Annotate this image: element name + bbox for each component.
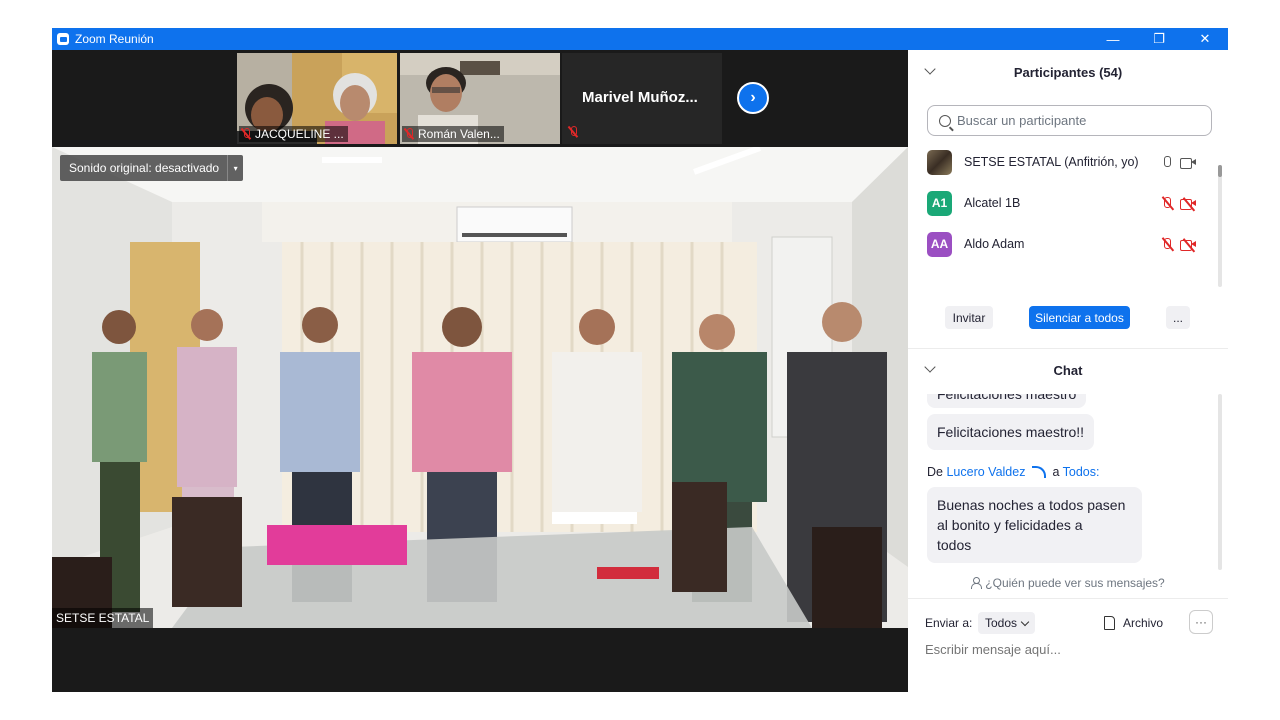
- recipient-dropdown[interactable]: Todos: [978, 612, 1036, 634]
- chevron-down-icon: [1020, 617, 1030, 626]
- original-sound-label[interactable]: Sonido original: desactivado: [60, 161, 227, 175]
- participant-thumbnail[interactable]: Román Valen...: [400, 53, 560, 144]
- minimize-button[interactable]: —: [1090, 28, 1136, 50]
- person-icon: [971, 577, 983, 589]
- mic-muted-icon[interactable]: [1161, 237, 1174, 251]
- chevron-right-icon: ›: [750, 89, 756, 106]
- participant-actions: Invitar Silenciar a todos ...: [908, 306, 1228, 336]
- avatar: AA: [927, 231, 952, 257]
- participant-name: Marivel Muñoz...: [582, 89, 698, 106]
- close-button[interactable]: ✕: [1182, 28, 1228, 50]
- original-sound-toggle[interactable]: Sonido original: desactivado ▾: [60, 155, 244, 181]
- meeting-area: JACQUELINE ... Román Valen... Marivel Mu…: [52, 50, 908, 692]
- avatar: [927, 149, 952, 175]
- send-to-label: Enviar a:: [925, 616, 973, 630]
- participant-thumbnail[interactable]: JACQUELINE ...: [237, 53, 397, 144]
- who-can-see-link[interactable]: ¿Quién puede ver sus mensajes?: [908, 576, 1228, 590]
- file-button[interactable]: Archivo: [1104, 612, 1163, 634]
- chat-messages: Felicitaciones maestro Felicitaciones ma…: [908, 394, 1218, 572]
- participant-name-tag: JACQUELINE ...: [239, 126, 348, 142]
- gallery-strip: JACQUELINE ... Román Valen... Marivel Mu…: [52, 50, 908, 146]
- participant-name: Alcatel 1B: [964, 196, 1021, 210]
- collapse-chevron-icon[interactable]: [924, 361, 936, 373]
- title-bar: Zoom Reunión — ❐ ✕: [52, 28, 1228, 50]
- chevron-down-icon[interactable]: ▾: [227, 155, 243, 181]
- video-off-icon[interactable]: [1180, 238, 1196, 252]
- zoom-window: Zoom Reunión — ❐ ✕ JACQUELINE ... Román …: [52, 28, 1228, 692]
- mic-muted-icon: [241, 128, 251, 140]
- chat-message-input[interactable]: [925, 642, 1215, 657]
- collapse-chevron-icon[interactable]: [924, 63, 936, 75]
- participant-row[interactable]: A1 Alcatel 1B: [908, 183, 1218, 223]
- active-speaker-video: Sonido original: desactivado ▾ SETSE EST…: [52, 147, 908, 628]
- participant-search-box[interactable]: Buscar un participante: [927, 105, 1212, 136]
- search-icon: [939, 114, 951, 127]
- participant-thumbnail[interactable]: Marivel Muñoz...: [562, 53, 722, 144]
- participants-header: Participantes (54): [908, 50, 1228, 94]
- video-camera-icon[interactable]: [1180, 157, 1196, 169]
- chat-title: Chat: [1053, 362, 1083, 378]
- sender-name[interactable]: Lucero Valdez: [946, 465, 1025, 479]
- chat-sender-line: De Lucero Valdez a Todos:: [927, 465, 1100, 479]
- wireless-icon: [1031, 466, 1046, 478]
- participant-name: SETSE ESTATAL (Anfitrión, yo): [964, 155, 1139, 169]
- chat-more-button[interactable]: ···: [1189, 610, 1213, 634]
- participant-name-tag: Román Valen...: [402, 126, 504, 142]
- chat-message: Felicitaciones maestro!!: [927, 414, 1095, 450]
- microphone-icon[interactable]: [1162, 155, 1171, 169]
- participant-list: SETSE ESTATAL (Anfitrión, yo) A1 Alcatel…: [908, 142, 1218, 268]
- mic-muted-icon: [404, 128, 414, 140]
- side-panel: Participantes (54) Buscar un participant…: [908, 50, 1228, 692]
- file-icon: [1104, 616, 1115, 630]
- participants-title: Participantes (54): [1013, 64, 1123, 80]
- recipient-name: Todos:: [1062, 465, 1100, 479]
- invite-button[interactable]: Invitar: [945, 306, 993, 329]
- chat-message: Buenas noches a todos pasen al bonito y …: [927, 487, 1142, 563]
- zoom-camera-icon: [57, 33, 69, 45]
- mic-muted-icon[interactable]: [1161, 196, 1174, 210]
- chat-header: Chat: [908, 348, 1228, 392]
- participant-scrollbar[interactable]: [1218, 165, 1222, 287]
- more-options-button[interactable]: ...: [1166, 306, 1190, 329]
- mute-all-button[interactable]: Silenciar a todos: [1029, 306, 1130, 329]
- video-off-icon[interactable]: [1180, 197, 1196, 211]
- speaker-video-image: [52, 147, 908, 628]
- chat-scrollbar[interactable]: [1218, 394, 1222, 570]
- participant-name: Aldo Adam: [964, 237, 1025, 251]
- next-page-button[interactable]: ›: [737, 82, 769, 114]
- restore-button[interactable]: ❐: [1136, 28, 1182, 50]
- search-placeholder[interactable]: Buscar un participante: [957, 113, 1086, 128]
- window-title: Zoom Reunión: [75, 32, 154, 46]
- divider: [908, 598, 1228, 599]
- avatar: A1: [927, 190, 952, 216]
- mic-muted-icon: [568, 126, 578, 138]
- participant-row[interactable]: SETSE ESTATAL (Anfitrión, yo): [908, 142, 1218, 182]
- send-to-row: Enviar a: Todos Archivo ···: [908, 610, 1228, 636]
- chat-message: Felicitaciones maestro: [927, 394, 1087, 408]
- speaker-name-tag: SETSE ESTATAL: [52, 608, 154, 628]
- participant-row[interactable]: AA Aldo Adam: [908, 224, 1218, 264]
